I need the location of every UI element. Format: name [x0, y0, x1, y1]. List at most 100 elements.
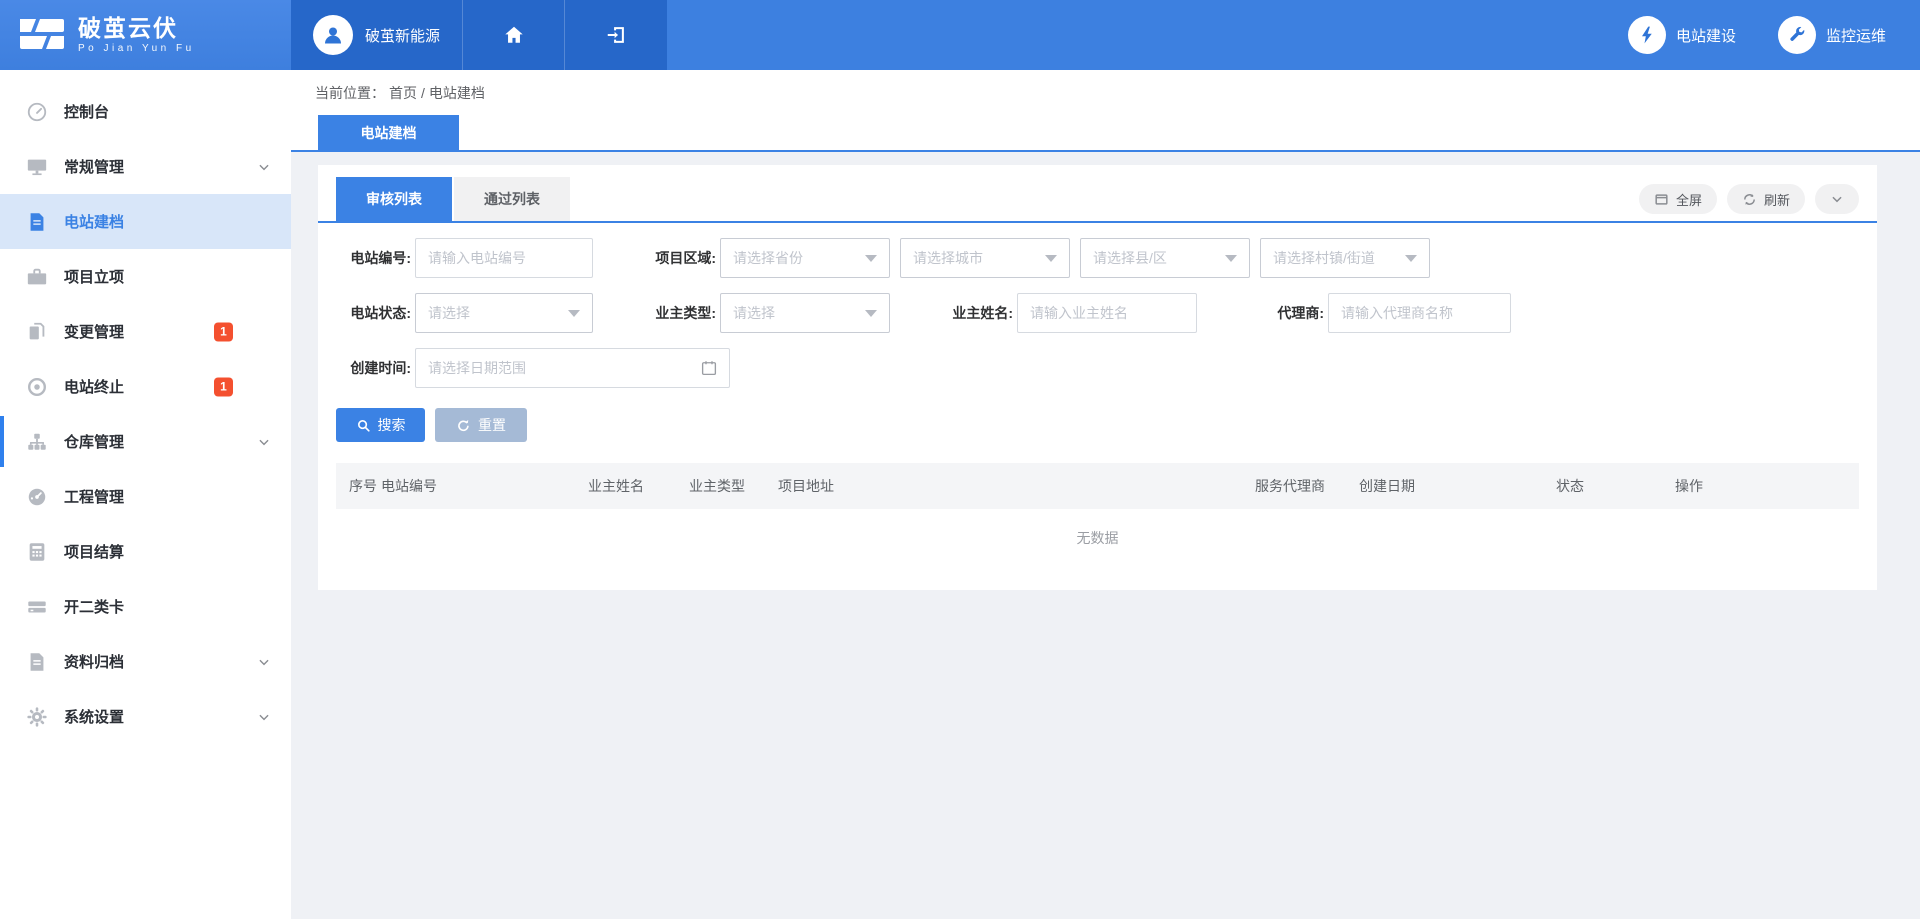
station-status-select[interactable]: 请选择: [415, 293, 593, 333]
sidebar-item-project-settlement[interactable]: 项目结算: [0, 524, 291, 579]
calculator-icon: [26, 541, 48, 563]
page-tab-station-archive[interactable]: 电站建档: [318, 115, 459, 150]
station-code-input[interactable]: [415, 238, 593, 278]
meter-icon: [26, 486, 48, 508]
sidebar-item-change-management[interactable]: 变更管理 1: [0, 304, 291, 359]
breadcrumb-separator: /: [421, 85, 425, 101]
province-select[interactable]: 请选择省份: [720, 238, 890, 278]
sidebar-item-console[interactable]: 控制台: [0, 84, 291, 139]
calendar-icon: [700, 359, 718, 377]
fullscreen-label: 全屏: [1676, 190, 1702, 209]
card-icon: [26, 596, 48, 618]
bolt-icon: [1628, 16, 1666, 54]
notification-badge: 1: [214, 322, 233, 341]
app-header: 破茧云伏 Po Jian Yun Fu 破茧新能源: [0, 0, 1920, 70]
column-header: 电站编号: [381, 463, 588, 509]
station-status-placeholder: 请选择: [428, 303, 470, 323]
header-nav: 破茧新能源: [291, 0, 667, 70]
home-button[interactable]: [463, 0, 565, 70]
form-row-3: 创建时间:: [336, 348, 1859, 388]
column-header: 业主类型: [689, 463, 778, 509]
logo-icon: [18, 13, 66, 57]
column-header: 业主姓名: [588, 463, 689, 509]
wrench-icon: [1778, 16, 1816, 54]
content: 审核列表 通过列表 全屏: [291, 152, 1920, 590]
sidebar: 控制台 常规管理 电站建档 项目立项: [0, 70, 291, 919]
sidebar-item-general-management[interactable]: 常规管理: [0, 139, 291, 194]
column-header: 序号: [336, 463, 381, 509]
action-buttons: 搜索 重置: [318, 408, 1877, 442]
town-placeholder: 请选择村镇/街道: [1273, 248, 1375, 268]
tab-passed-list[interactable]: 通过列表: [454, 177, 570, 221]
module-label: 电站建设: [1676, 25, 1736, 46]
sidebar-item-data-archiving[interactable]: 资料归档: [0, 634, 291, 689]
collapse-button[interactable]: [1815, 184, 1859, 214]
brand-subtitle: Po Jian Yun Fu: [78, 43, 195, 54]
sign-in-icon: [605, 24, 627, 46]
sidebar-item-station-termination[interactable]: 电站终止 1: [0, 359, 291, 414]
breadcrumb-home-link[interactable]: 首页: [389, 83, 417, 103]
caret-down-icon: [568, 310, 580, 317]
sidebar-item-project-initiation[interactable]: 项目立项: [0, 249, 291, 304]
copy-pages-icon: [26, 321, 48, 343]
sidebar-item-engineering-management[interactable]: 工程管理: [0, 469, 291, 524]
reset-button[interactable]: 重置: [435, 408, 527, 442]
owner-name-input[interactable]: [1017, 293, 1197, 333]
caret-down-icon: [865, 310, 877, 317]
county-select[interactable]: 请选择县/区: [1080, 238, 1250, 278]
dashboard-icon: [26, 101, 48, 123]
notification-badge: 1: [214, 377, 233, 396]
date-range-input[interactable]: [415, 348, 730, 388]
column-header: 状态: [1556, 463, 1675, 509]
logout-button[interactable]: [565, 0, 667, 70]
user-menu[interactable]: 破茧新能源: [291, 0, 463, 70]
reset-icon: [456, 418, 471, 433]
panel: 审核列表 通过列表 全屏: [318, 165, 1877, 590]
document-icon: [26, 211, 48, 233]
empty-state-text: 无数据: [336, 509, 1859, 567]
fullscreen-button[interactable]: 全屏: [1639, 184, 1717, 214]
sidebar-item-label: 常规管理: [64, 156, 124, 177]
sidebar-item-label: 变更管理: [64, 321, 124, 342]
chevron-down-icon: [1830, 192, 1845, 207]
city-placeholder: 请选择城市: [913, 248, 983, 268]
tabs-bar: 审核列表 通过列表 全屏: [318, 165, 1877, 223]
tab-review-list[interactable]: 审核列表: [336, 177, 452, 221]
module-station-construction[interactable]: 电站建设: [1628, 16, 1736, 54]
sidebar-item-station-archive[interactable]: 电站建档: [0, 194, 291, 249]
user-avatar-icon: [313, 15, 353, 55]
county-placeholder: 请选择县/区: [1093, 248, 1167, 268]
search-button[interactable]: 搜索: [336, 408, 425, 442]
agent-input[interactable]: [1328, 293, 1511, 333]
table-header-row: 序号 电站编号 业主姓名 业主类型 项目地址 服务代理商 创建日期 状态 操作: [336, 463, 1859, 509]
sidebar-item-label: 仓库管理: [64, 431, 124, 452]
caret-down-icon: [1225, 255, 1237, 262]
agent-label: 代理商:: [1242, 303, 1324, 323]
sidebar-item-label: 项目立项: [64, 266, 124, 287]
city-select[interactable]: 请选择城市: [900, 238, 1070, 278]
sidebar-item-label: 资料归档: [64, 651, 124, 672]
town-select[interactable]: 请选择村镇/街道: [1260, 238, 1430, 278]
column-header: 服务代理商: [1255, 463, 1359, 509]
sidebar-item-open-type2-card[interactable]: 开二类卡: [0, 579, 291, 634]
sidebar-item-label: 开二类卡: [64, 596, 124, 617]
form-row-2: 电站状态: 请选择 业主类型: 请选择 业主姓名: 代理商:: [336, 293, 1859, 333]
filter-form: 电站编号: 项目区域: 请选择省份 请选择城市 请选择县/区: [318, 238, 1877, 388]
brand-title: 破茧云伏: [78, 16, 195, 41]
chevron-down-icon: [257, 710, 271, 724]
target-icon: [26, 376, 48, 398]
owner-type-select[interactable]: 请选择: [720, 293, 890, 333]
sidebar-item-system-settings[interactable]: 系统设置: [0, 689, 291, 744]
owner-type-placeholder: 请选择: [733, 303, 775, 323]
sitemap-icon: [26, 431, 48, 453]
search-icon: [356, 418, 371, 433]
module-monitoring-ops[interactable]: 监控运维: [1778, 16, 1886, 54]
results-table: 序号 电站编号 业主姓名 业主类型 项目地址 服务代理商 创建日期 状态 操作 …: [336, 463, 1859, 567]
tabs: 审核列表 通过列表: [336, 177, 570, 221]
refresh-button[interactable]: 刷新: [1727, 184, 1805, 214]
date-range-picker[interactable]: [415, 348, 730, 388]
sidebar-item-warehouse-management[interactable]: 仓库管理: [0, 414, 291, 469]
sidebar-item-label: 电站终止: [64, 376, 124, 397]
fullscreen-icon: [1654, 192, 1669, 207]
province-placeholder: 请选择省份: [733, 248, 803, 268]
